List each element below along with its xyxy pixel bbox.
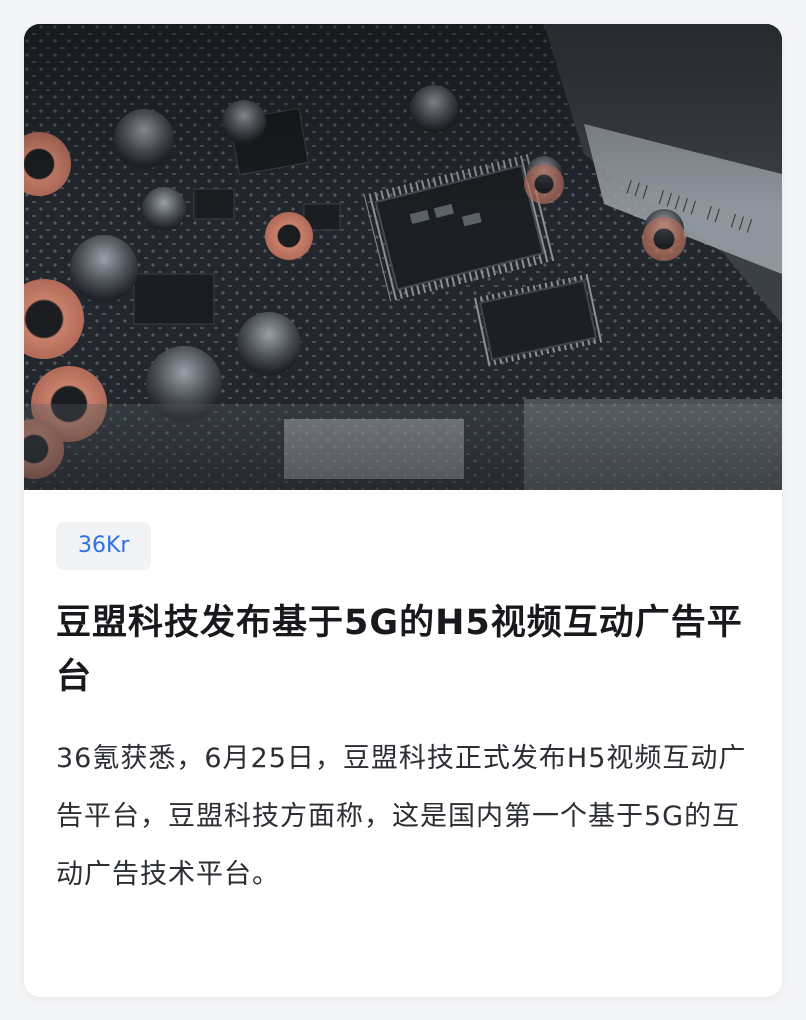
article-card[interactable]: ||| ||||| || ||| xyxy=(24,24,782,997)
article-body: 36Kr 豆盟科技发布基于5G的H5视频互动广告平台 36氪获悉，6月25日，豆… xyxy=(24,490,782,904)
source-tag[interactable]: 36Kr xyxy=(56,522,152,570)
article-cover-image[interactable]: ||| ||||| || ||| xyxy=(24,24,782,490)
article-summary: 36氪获悉，6月25日，豆盟科技正式发布H5视频互动广告平台，豆盟科技方面称，这… xyxy=(56,743,747,890)
circuit-board-illustration: ||| ||||| || ||| xyxy=(24,24,782,490)
article-title[interactable]: 豆盟科技发布基于5G的H5视频互动广告平台 xyxy=(56,596,750,704)
